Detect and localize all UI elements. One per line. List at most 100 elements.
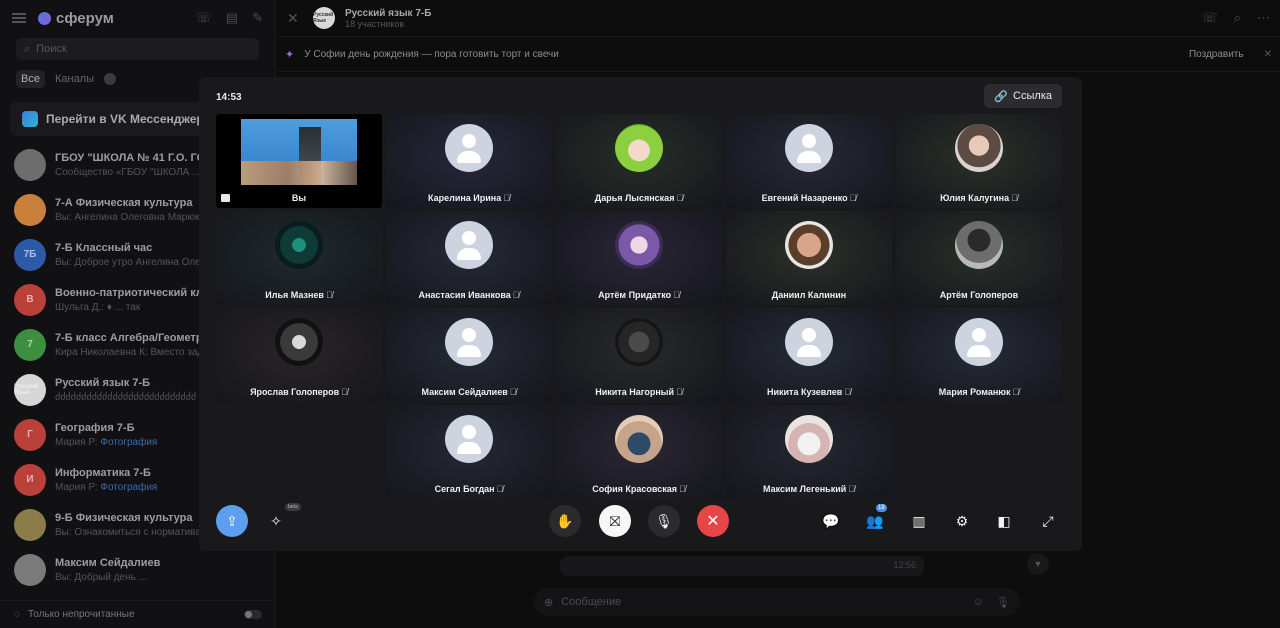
search-input[interactable]: ⌕ Поиск — [16, 38, 259, 60]
chat-preview: Вы: Ознакомиться с нормативам — [55, 527, 208, 538]
layout-icon: ▥ — [912, 512, 926, 529]
minimize-button[interactable]: ◧ — [988, 505, 1020, 537]
chat-preview: Кира Николаевна К: Вместо зада — [55, 347, 216, 358]
participant-avatar — [785, 221, 833, 269]
close-icon[interactable]: ✕ — [1264, 49, 1272, 60]
mic-muted-icon: 🎙̸ — [341, 387, 348, 397]
chat-button[interactable]: 💬 — [815, 505, 847, 537]
participant-tile[interactable]: Ярослав Голоперов 🎙̸ — [216, 308, 382, 402]
chat-title: 9-Б Физическая культура — [55, 511, 193, 524]
participant-name-row: Артём Придатко 🎙̸ — [556, 290, 722, 300]
camera-toggle-button[interactable]: ⛝ — [599, 505, 631, 537]
participant-avatar — [785, 415, 833, 463]
more-icon[interactable]: ⋯ — [1257, 10, 1270, 26]
chat-title: 7-А Физическая культура — [55, 196, 193, 209]
participant-tile[interactable]: София Красовская 🎙̸ — [556, 405, 722, 499]
fullscreen-icon: ⤢ — [1042, 512, 1054, 529]
search-icon: ⌕ — [24, 42, 31, 55]
participant-tile[interactable]: Анастасия Иванкова 🎙̸ — [386, 211, 552, 305]
participant-tile[interactable]: Никита Кузевлев 🎙̸ — [726, 308, 892, 402]
mic-muted-icon: 🎙̸ — [844, 387, 852, 397]
default-avatar — [785, 124, 833, 172]
participant-tile[interactable]: Даниил Калинин — [726, 211, 892, 305]
participant-tile[interactable]: Артём Придатко 🎙̸ — [556, 211, 722, 305]
chat-list-item[interactable]: Максим Сейдалиев Вы: Добрый день ... — [0, 547, 275, 592]
chat-preview-text: Вы: Добрый день ... — [55, 571, 147, 583]
mic-icon[interactable]: 🎙 — [996, 596, 1010, 609]
compose-icon[interactable]: ✎ — [252, 10, 263, 26]
chat-title: ГБОУ "ШКОЛА № 41 Г.О. ГОРЛ — [55, 151, 220, 164]
chat-preview: ძძძძძძძძძძძძძძძძძძძძძძძძძძძ — [55, 392, 196, 403]
participant-avatar — [275, 318, 323, 366]
chat-title: Русский язык 7-Б — [345, 7, 432, 19]
chat-preview-text: Шульга Д.: ♦ ... так — [55, 301, 141, 313]
raise-hand-button[interactable]: ✋ — [549, 505, 581, 537]
chat-preview: Мария Р: Фотография — [55, 437, 157, 448]
unread-only-label: Только непрочитанные — [27, 609, 135, 620]
archive-icon[interactable]: ▤ — [226, 10, 238, 26]
scroll-down-button[interactable]: ▼ — [1027, 553, 1049, 575]
unread-only-toggle[interactable] — [244, 610, 262, 619]
participant-tile[interactable]: Мария Романюк 🎙̸ — [896, 308, 1062, 402]
default-avatar — [955, 318, 1003, 366]
phone-icon[interactable]: ☏ — [1201, 10, 1217, 26]
participant-tile[interactable]: Юлия Калугина 🎙̸ — [896, 114, 1062, 208]
participant-tile[interactable]: Сегал Богдан 🎙̸ — [386, 405, 552, 499]
participant-name-row: Никита Нагорный 🎙̸ — [556, 387, 722, 397]
microphone-button[interactable]: 🎙 — [648, 505, 680, 537]
brand-logo-icon — [38, 11, 51, 25]
search-icon[interactable]: ⌕ — [1234, 10, 1241, 26]
congratulate-button[interactable]: Поздравить — [1189, 49, 1244, 60]
filter-channels[interactable]: Каналы — [55, 73, 94, 85]
effects-beta-badge: beta — [285, 503, 301, 511]
participant-name-row: Сегал Богдан 🎙̸ — [386, 484, 552, 494]
participant-name-row: Анастасия Иванкова 🎙̸ — [386, 290, 552, 300]
screen-share-button[interactable]: ⇪ — [216, 505, 248, 537]
call-link-button[interactable]: 🔗 Ссылка — [984, 84, 1062, 108]
chat-preview-text: Мария Р: — [55, 481, 101, 493]
menu-icon[interactable] — [12, 13, 26, 23]
participant-name: Евгений Назаренко — [761, 193, 848, 203]
participant-tile[interactable]: Илья Мазнев 🎙̸ — [216, 211, 382, 305]
emoji-icon[interactable]: ☺ — [973, 596, 984, 609]
filter-all[interactable]: Все — [16, 70, 45, 88]
participant-tile[interactable]: Максим Легенький 🎙̸ — [726, 405, 892, 499]
chat-preview-text: Вы: Ознакомиться с нормативам — [55, 526, 208, 538]
attach-icon[interactable]: ⊕ — [544, 596, 553, 609]
participant-tile[interactable]: Артём Голоперов — [896, 211, 1062, 305]
chat-avatar — [14, 148, 46, 181]
participant-tile[interactable]: Дарья Лысянская 🎙̸ — [556, 114, 722, 208]
effects-icon: ✧ — [270, 512, 282, 529]
close-icon[interactable]: ✕ — [287, 10, 303, 27]
default-avatar — [445, 221, 493, 269]
message-composer[interactable]: ⊕ Сообщение ☺ 🎙 — [534, 588, 1020, 616]
chat-avatar: В — [14, 283, 46, 316]
chat-avatar: Г — [14, 418, 46, 451]
self-video-tile[interactable]: Вы — [216, 114, 382, 208]
fullscreen-button[interactable]: ⤢ — [1032, 505, 1064, 537]
participant-name: Мария Романюк — [938, 387, 1011, 397]
chat-title: География 7-Б — [55, 421, 135, 434]
sidebar-header: сферум ☏ ▤ ✎ — [0, 0, 275, 36]
participant-name: Анастасия Иванкова — [418, 290, 511, 300]
mic-muted-icon: 🎙̸ — [673, 290, 680, 300]
participant-name-row: Даниил Калинин — [726, 290, 892, 300]
end-call-button[interactable]: ✕ — [697, 505, 729, 537]
participant-tile[interactable]: Максим Сейдалиев 🎙̸ — [386, 308, 552, 402]
chat-preview: Шульга Д.: ♦ ... так — [55, 302, 216, 313]
settings-button[interactable]: ⚙ — [946, 505, 978, 537]
participant-tile[interactable]: Евгений Назаренко 🎙̸ — [726, 114, 892, 208]
new-call-icon[interactable]: ☏ — [196, 10, 212, 26]
chat-title: Военно-патриотический клуб — [55, 286, 216, 299]
participant-name: Артём Голоперов — [939, 290, 1019, 300]
default-avatar — [785, 318, 833, 366]
mic-muted-icon: 🎙̸ — [848, 484, 856, 494]
chat-preview-text: Кира Николаевна К: Вместо зада — [55, 346, 209, 358]
party-icon: ✦ — [285, 48, 295, 61]
mic-muted-icon: 🎙̸ — [676, 193, 684, 203]
participant-tile[interactable]: Никита Нагорный 🎙̸ — [556, 308, 722, 402]
layout-button[interactable]: ▥ — [903, 505, 935, 537]
participant-name-row: Максим Легенький 🎙̸ — [726, 484, 892, 494]
participant-tile[interactable]: Карелина Ирина 🎙̸ — [386, 114, 552, 208]
participant-name: Карелина Ирина — [428, 193, 502, 203]
